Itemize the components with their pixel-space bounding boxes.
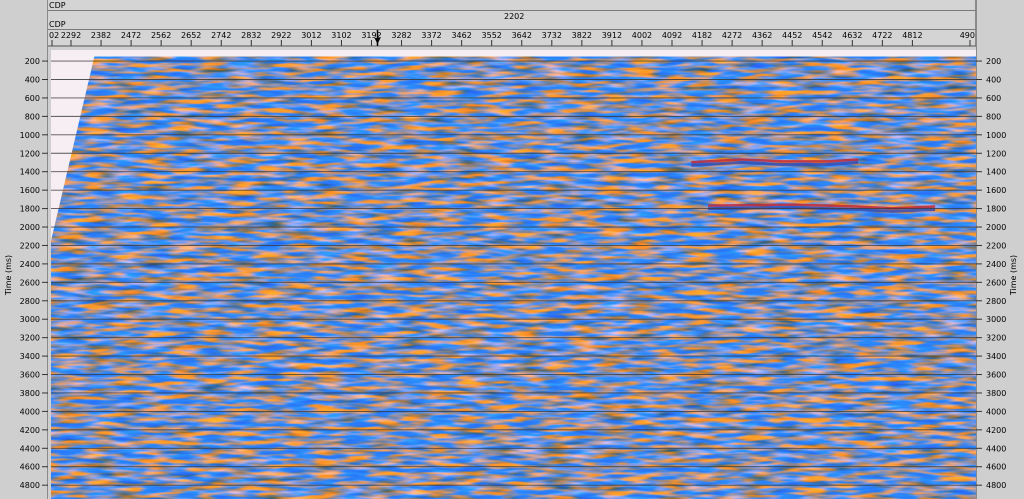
cdp-tick-label: 2652 [181, 31, 201, 40]
time-tick-label-right: 600 [986, 94, 1001, 103]
time-tick-label-right: 2400 [986, 260, 1006, 269]
cdp-tick-label: 490 [960, 31, 975, 40]
cdp-tick-label: 4542 [812, 31, 832, 40]
time-tick-label-left: 400 [25, 76, 40, 85]
cdp-tick-label: 3912 [602, 31, 622, 40]
time-tick-label-left: 600 [25, 94, 40, 103]
time-tick-label-left: 4800 [20, 481, 40, 490]
time-tick-label-left: 4000 [20, 407, 40, 416]
time-tick-label-left: 4600 [20, 463, 40, 472]
time-tick-label-right: 3400 [986, 352, 1006, 361]
time-tick-label-right: 3000 [986, 315, 1006, 324]
seismic-noise-texture [51, 50, 976, 499]
seismic-section-viewer: CDP 2202 CDP 02 2292 2382 2472 2562 2652 2742 2… [0, 0, 1024, 499]
time-tick-label-left: 1400 [20, 168, 40, 177]
cdp-tick-label: 3822 [572, 31, 592, 40]
time-tick-label-right: 4200 [986, 426, 1006, 435]
cdp-tick-label: 3642 [512, 31, 532, 40]
time-tick-label-left: 4400 [20, 444, 40, 453]
cdp-tick-label: 2472 [121, 31, 141, 40]
time-tick-label-right: 1200 [986, 149, 1006, 158]
time-tick-label-left: 1200 [20, 149, 40, 158]
time-tick-label-right: 2200 [986, 241, 1006, 250]
cdp-axis-labels: 02 2292 2382 2472 2562 2652 2742 2832 2922 3012 31… [49, 31, 975, 40]
time-tick-label-left: 3200 [20, 334, 40, 343]
time-tick-label-right: 4600 [986, 463, 1006, 472]
cdp-tick-label: 2292 [61, 31, 81, 40]
cdp-tick-label: 2832 [241, 31, 261, 40]
cdp-tick-label: 2922 [271, 31, 291, 40]
cdp-tick-label: 4362 [752, 31, 772, 40]
time-tick-label-left: 2000 [20, 223, 40, 232]
time-tick-label-right: 3200 [986, 334, 1006, 343]
time-tick-label-left: 2600 [20, 278, 40, 287]
time-tick-label-right: 1000 [986, 131, 1006, 140]
cdp-tick-label: 3282 [391, 31, 411, 40]
cdp-tick-label: 4182 [692, 31, 712, 40]
time-tick-label-left: 200 [25, 57, 40, 66]
time-tick-label-left: 1800 [20, 205, 40, 214]
cdp-tick-label: 2742 [211, 31, 231, 40]
time-tick-label-left: 3800 [20, 389, 40, 398]
time-tick-label-left: 2400 [20, 260, 40, 269]
seismic-data-area [51, 50, 976, 499]
time-tick-label-right: 3600 [986, 371, 1006, 380]
cdp-tick-label: 3462 [451, 31, 471, 40]
time-tick-label-left: 1000 [20, 131, 40, 140]
time-tick-label-right: 4000 [986, 407, 1006, 416]
cdp-tick-label: 3552 [482, 31, 502, 40]
time-tick-label-right: 2000 [986, 223, 1006, 232]
time-tick-label-right: 800 [986, 112, 1001, 121]
seismic-plot[interactable]: 02 2292 2382 2472 2562 2652 2742 2832 2922 3012 31… [0, 0, 1024, 499]
time-tick-label-right: 1800 [986, 205, 1006, 214]
cdp-tick-label: 4812 [902, 31, 922, 40]
cdp-tick-label: 4002 [632, 31, 652, 40]
cdp-axis-ticks [48, 40, 976, 47]
cdp-tick-label: 4452 [782, 31, 802, 40]
right-axis-title: Time (ms) [1009, 255, 1018, 296]
cdp-tick-label: 2562 [151, 31, 171, 40]
right-time-labels: 200 400 600 800 1000 1200 1400 1600 1800 2000 2200… [976, 57, 1006, 490]
cdp-tick-label: 4632 [842, 31, 862, 40]
time-tick-label-left: 800 [25, 112, 40, 121]
time-tick-label-right: 3800 [986, 389, 1006, 398]
time-tick-label-right: 200 [986, 57, 1001, 66]
time-tick-label-left: 3400 [20, 352, 40, 361]
cdp-tick-label: 4272 [722, 31, 742, 40]
time-tick-label-left: 2200 [20, 241, 40, 250]
cdp-tick-label: 3372 [421, 31, 441, 40]
cdp-tick-label: 3732 [542, 31, 562, 40]
cursor-arrow-icon[interactable] [374, 38, 381, 44]
time-tick-label-right: 1400 [986, 168, 1006, 177]
time-tick-label-left: 2800 [20, 297, 40, 306]
time-tick-label-left: 3600 [20, 371, 40, 380]
cdp-tick-label: 4722 [872, 31, 892, 40]
cdp-tick-label: 2382 [91, 31, 111, 40]
time-tick-label-right: 400 [986, 76, 1001, 85]
time-tick-label-left: 3000 [20, 315, 40, 324]
left-axis-title: Time (ms) [4, 255, 13, 296]
time-tick-label-right: 4400 [986, 444, 1006, 453]
cdp-tick-label: 4092 [662, 31, 682, 40]
cdp-tick-label: 02 [49, 31, 59, 40]
time-tick-label-right: 2600 [986, 278, 1006, 287]
time-tick-label-right: 1600 [986, 186, 1006, 195]
left-time-labels: 200 400 600 800 1000 1200 1400 1600 1800 2000 2200… [20, 57, 48, 490]
time-tick-label-left: 1600 [20, 186, 40, 195]
cdp-tick-label: 3102 [331, 31, 351, 40]
reflector-trough-1 [691, 160, 859, 167]
time-tick-label-right: 4800 [986, 481, 1006, 490]
time-tick-label-right: 2800 [986, 297, 1006, 306]
reflector-peak-1 [691, 158, 859, 164]
cdp-tick-label: 3012 [301, 31, 321, 40]
time-tick-label-left: 4200 [20, 426, 40, 435]
